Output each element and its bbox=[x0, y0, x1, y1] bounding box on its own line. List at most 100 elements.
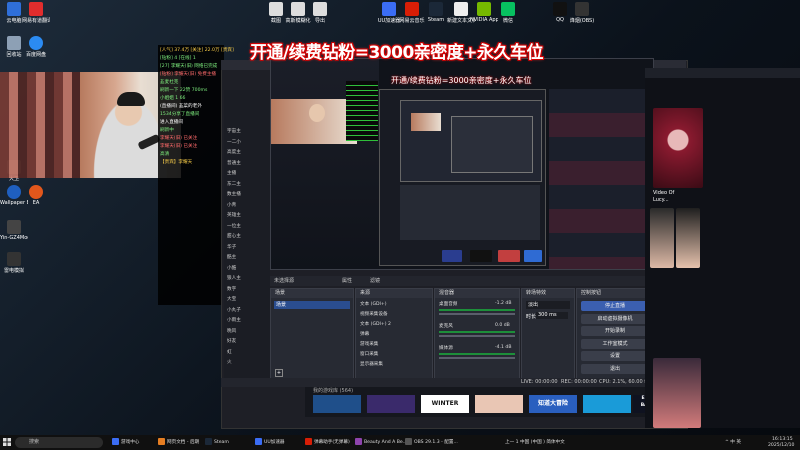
taskbar-app[interactable]: 游戏中心 bbox=[112, 438, 139, 447]
filters-button[interactable]: 滤镜 bbox=[370, 276, 380, 286]
live-timer: LIVE: 00:00:00 bbox=[521, 379, 558, 385]
taskbar-app-icon bbox=[158, 438, 165, 445]
transition-select[interactable]: 淡出 bbox=[526, 301, 570, 309]
chat-message: [27] 李耀天(旧) 网络已完成 bbox=[160, 64, 218, 69]
user-list-item[interactable]: 好友 bbox=[227, 338, 236, 344]
desktop-icon-mod[interactable]: Yin-GZ4Mod... bbox=[0, 220, 28, 241]
scenes-dock: 场景 场景 + bbox=[270, 288, 354, 380]
taskbar-app[interactable]: 弹幕助手(无弹幕) bbox=[305, 438, 350, 447]
nested-preview bbox=[379, 89, 546, 266]
source-item[interactable]: 窗口采集 bbox=[360, 351, 378, 357]
user-list-item[interactable]: 东二主 bbox=[227, 181, 241, 187]
app-icon bbox=[501, 2, 515, 16]
app-icon bbox=[575, 2, 589, 16]
taskbar-app-label: 弹幕助手(无弹幕) bbox=[314, 440, 350, 445]
user-list-item[interactable]: 虹 bbox=[227, 349, 232, 355]
mixer-track-db: -4.1 dB bbox=[495, 345, 512, 350]
taskbar-app-label: UU加速器 bbox=[264, 440, 285, 445]
poster-girl-2 bbox=[676, 208, 700, 268]
source-item[interactable]: 视频采集设备 bbox=[360, 311, 388, 317]
game-card[interactable] bbox=[313, 395, 361, 413]
user-list-item[interactable]: 晚风 bbox=[227, 328, 236, 334]
user-list-item[interactable]: 小酷 bbox=[227, 265, 236, 271]
properties-button[interactable]: 属性 bbox=[342, 276, 352, 286]
top-desktop-icon[interactable]: Steam bbox=[422, 2, 450, 23]
start-button[interactable] bbox=[3, 438, 11, 446]
user-list-item[interactable]: 甜心主 bbox=[227, 233, 241, 239]
scene-item[interactable]: 场景 bbox=[274, 301, 350, 309]
user-list-item[interactable]: 数字 bbox=[227, 286, 236, 292]
volume-slider[interactable] bbox=[439, 357, 515, 359]
user-list-item[interactable]: 大宝 bbox=[227, 296, 236, 302]
game-card[interactable]: 知道大冒险 bbox=[529, 395, 577, 413]
taskbar-app[interactable]: Steam bbox=[205, 438, 229, 447]
nested-game-thumb-3 bbox=[498, 250, 520, 262]
taskbar-search[interactable]: 搜索 bbox=[15, 437, 103, 448]
game-card[interactable] bbox=[475, 395, 523, 413]
control-button[interactable]: 开始录制 bbox=[581, 326, 649, 336]
app-icon bbox=[454, 2, 468, 16]
user-list-item[interactable]: 小丸子 bbox=[227, 307, 241, 313]
taskbar-status-text: 上一 1 中国 (中国 ) 简体中文 bbox=[505, 440, 565, 445]
obs-preview: 开通/续费钻粉=3000亲密度+永久车位 bbox=[270, 58, 654, 270]
nested-preview-inner bbox=[400, 100, 542, 182]
game-card[interactable]: WINTER bbox=[421, 395, 469, 413]
top-desktop-icon[interactable]: 导出 bbox=[306, 2, 334, 24]
volume-slider[interactable] bbox=[439, 313, 515, 315]
game-card[interactable] bbox=[583, 395, 631, 413]
taskbar-app[interactable]: OBS 29.1.3 - 配置... bbox=[405, 438, 458, 447]
user-list-item[interactable]: 高度主 bbox=[227, 149, 241, 155]
user-list-item[interactable]: 华子 bbox=[227, 244, 236, 250]
icon-label: 烽烟(OBS) bbox=[569, 18, 595, 24]
cloud-pc-icon bbox=[7, 2, 21, 16]
user-list-item[interactable]: 小青 bbox=[227, 202, 236, 208]
volume-slider[interactable] bbox=[439, 335, 515, 337]
desktop-icon-youdao[interactable]: 网易有道翻译 bbox=[22, 2, 50, 24]
source-item[interactable]: 文本 (GDI+) bbox=[360, 301, 387, 307]
user-list-item[interactable]: 小雨主 bbox=[227, 317, 241, 323]
user-list-item[interactable]: 主播 bbox=[227, 170, 236, 176]
user-list-item[interactable]: 英雄主 bbox=[227, 212, 241, 218]
user-list-item[interactable]: 一位主 bbox=[227, 223, 241, 229]
game-card[interactable] bbox=[367, 395, 415, 413]
user-list-item[interactable]: 数主播 bbox=[227, 191, 241, 197]
source-item[interactable]: 游戏采集 bbox=[360, 341, 378, 347]
desktop-icon-baidu-netdisk[interactable]: 百度网盘 bbox=[22, 36, 50, 58]
poster-girl-1 bbox=[650, 208, 674, 268]
desktop-icon-ea[interactable]: EA bbox=[22, 185, 50, 206]
duration-input[interactable]: 300 ms bbox=[536, 312, 568, 319]
source-item[interactable]: 显示器采集 bbox=[360, 361, 383, 367]
top-desktop-icon[interactable]: 微信 bbox=[494, 2, 522, 24]
user-list-item[interactable]: 酷主 bbox=[227, 254, 236, 260]
user-list-item[interactable]: 狼人主 bbox=[227, 275, 241, 281]
danmaku-chat-overlay: [人气] 37.4万 [关注] 22.0万 [贵宾] [钻粉] 4 [在线] 1 [… bbox=[158, 45, 234, 305]
taskbar-app-label: 游戏中心 bbox=[121, 440, 140, 445]
user-list-panel: 宇宙主一二小高度主普通主主播东二主数主播小青英雄主一位主甜心主华子酷主小酷狼人主… bbox=[224, 90, 270, 380]
control-button[interactable]: 启动虚拟摄像机 bbox=[581, 313, 649, 324]
app-icon bbox=[313, 2, 327, 16]
system-tray[interactable]: ^ 中 英 bbox=[725, 438, 741, 447]
streamer-hair bbox=[117, 92, 145, 106]
user-list-item[interactable]: 火 bbox=[227, 359, 232, 365]
taskbar-app[interactable]: Beauty And A Be... bbox=[355, 438, 407, 447]
chat-message: 刷新中 bbox=[160, 128, 174, 133]
source-item[interactable]: 文本 (GDI+) 2 bbox=[360, 321, 391, 327]
control-button[interactable]: 退出 bbox=[581, 363, 649, 374]
nested-game-thumb-2 bbox=[470, 250, 492, 262]
control-button[interactable]: 工作室模式 bbox=[581, 338, 649, 349]
user-list-item[interactable]: 普通主 bbox=[227, 160, 241, 166]
taskbar-app[interactable]: 网页文档 - 后期 bbox=[158, 438, 199, 447]
user-list-item[interactable]: 宇宙主 bbox=[227, 128, 241, 134]
control-button[interactable]: 设置 bbox=[581, 351, 649, 361]
taskbar-app[interactable]: UU加速器 bbox=[255, 438, 285, 447]
taskbar-app-icon bbox=[405, 438, 412, 445]
user-list-item[interactable]: 一二小 bbox=[227, 139, 241, 145]
desktop-icon-ldplayer[interactable]: 雷电模拟 bbox=[0, 252, 28, 274]
top-desktop-icon[interactable]: 烽烟(OBS) bbox=[568, 2, 596, 24]
chat-message: 进入直播间 bbox=[160, 120, 183, 125]
clock-date[interactable]: 2025/12/10 bbox=[768, 441, 794, 450]
add-scene-button[interactable]: + bbox=[275, 369, 283, 377]
nested-game-thumb-4 bbox=[524, 250, 542, 262]
source-item[interactable]: 弹幕 bbox=[360, 331, 369, 337]
control-button[interactable]: 停止直播 bbox=[581, 301, 649, 311]
